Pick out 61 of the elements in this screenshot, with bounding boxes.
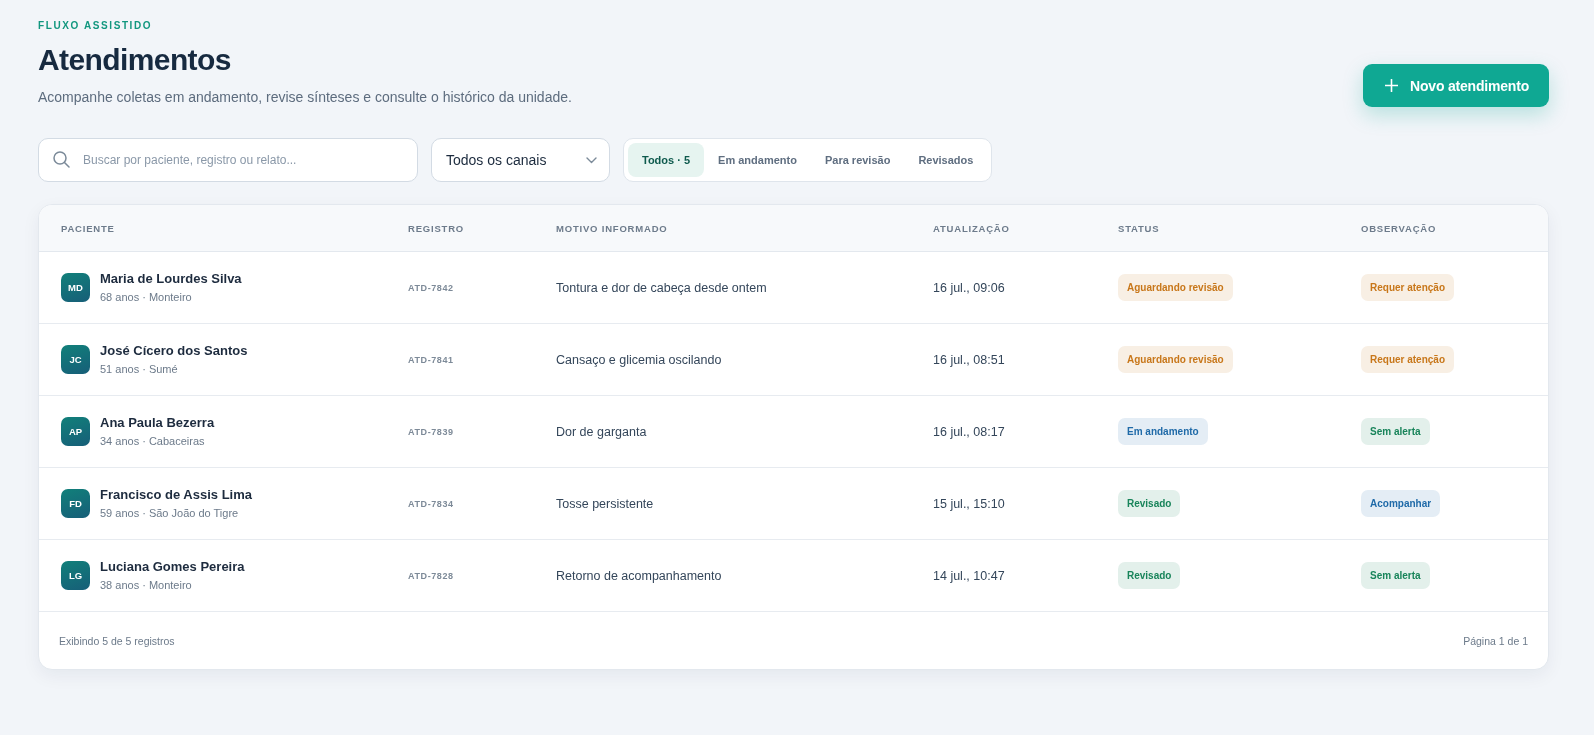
search-field[interactable]: Buscar por paciente, registro ou relato...	[38, 138, 418, 182]
avatar: LG	[61, 561, 90, 590]
plus-icon	[1385, 79, 1399, 92]
search-icon	[53, 151, 70, 168]
filter-tab[interactable]: Para revisão	[810, 143, 905, 177]
status-badge: Revisado	[1118, 490, 1181, 517]
patient-name: Luciana Gomes Pereira	[100, 559, 245, 575]
record-id: ATD-7834	[408, 498, 454, 509]
results-summary: Exibindo 5 de 5 registros	[59, 634, 175, 647]
timestamp: 14 jul., 10:47	[933, 568, 1005, 583]
status-badge: Aguardando revisão	[1118, 346, 1233, 373]
timestamp: 15 jul., 15:10	[933, 496, 1005, 511]
note-badge: Sem alerta	[1361, 418, 1430, 445]
note-badge: Requer atenção	[1361, 274, 1455, 301]
status-badge: Em andamento	[1118, 418, 1208, 445]
record-id: ATD-7842	[408, 282, 454, 293]
note-badge: Requer atenção	[1361, 346, 1455, 373]
chevron-down-icon	[586, 156, 597, 164]
note-badge: Acompanhar	[1361, 490, 1441, 517]
record-id: ATD-7828	[408, 570, 454, 581]
reason-text: Retorno de acompanhamento	[556, 568, 722, 583]
column-header: STATUS	[1118, 222, 1160, 234]
eyebrow-label: FLUXO ASSISTIDO	[38, 20, 153, 32]
page-title: Atendimentos	[38, 42, 231, 78]
avatar: AP	[61, 417, 90, 446]
reason-text: Tontura e dor de cabeça desde ontem	[556, 280, 767, 295]
reason-text: Tosse persistente	[556, 496, 654, 511]
timestamp: 16 jul., 08:17	[933, 424, 1005, 439]
patient-details: 51 anos · Sumé	[100, 362, 178, 376]
page-subtitle: Acompanhe coletas em andamento, revise sínteses e consulte o histórico da unidade.	[38, 88, 572, 106]
reason-text: Dor de garganta	[556, 424, 647, 439]
avatar: MD	[61, 273, 90, 302]
status-badge: Revisado	[1118, 562, 1181, 589]
new-attendance-button[interactable]: Novo atendimento	[1363, 64, 1549, 107]
record-id: ATD-7841	[408, 354, 454, 365]
patient-details: 34 anos · Cabaceiras	[100, 434, 205, 448]
patient-name: Francisco de Assis Lima	[100, 487, 252, 503]
timestamp: 16 jul., 09:06	[933, 280, 1005, 295]
patient-details: 68 anos · Monteiro	[100, 290, 192, 304]
patient-name: Maria de Lourdes Silva	[100, 271, 242, 287]
timestamp: 16 jul., 08:51	[933, 352, 1005, 367]
patient-name: José Cícero dos Santos	[100, 343, 248, 359]
page-indicator: Página 1 de 1	[1463, 634, 1528, 647]
column-header: MOTIVO INFORMADO	[556, 222, 668, 234]
avatar: FD	[61, 489, 90, 518]
column-header: ATUALIZAÇÃO	[933, 222, 1010, 234]
filter-tab[interactable]: Todos · 5	[628, 143, 705, 177]
record-id: ATD-7839	[408, 426, 454, 437]
patient-details: 59 anos · São João do Tigre	[100, 506, 239, 520]
column-header: OBSERVAÇÃO	[1361, 222, 1437, 234]
filter-tab[interactable]: Em andamento	[704, 143, 811, 177]
status-badge: Aguardando revisão	[1118, 274, 1233, 301]
avatar: JC	[61, 345, 90, 374]
channel-select[interactable]: Todos os canais	[431, 138, 610, 182]
filter-tab[interactable]: Revisados	[904, 143, 988, 177]
note-badge: Sem alerta	[1361, 562, 1430, 589]
column-header: REGISTRO	[408, 222, 464, 234]
patient-details: 38 anos · Monteiro	[100, 578, 192, 592]
column-header: PACIENTE	[61, 222, 115, 234]
patient-name: Ana Paula Bezerra	[100, 415, 215, 431]
reason-text: Cansaço e glicemia oscilando	[556, 352, 722, 367]
